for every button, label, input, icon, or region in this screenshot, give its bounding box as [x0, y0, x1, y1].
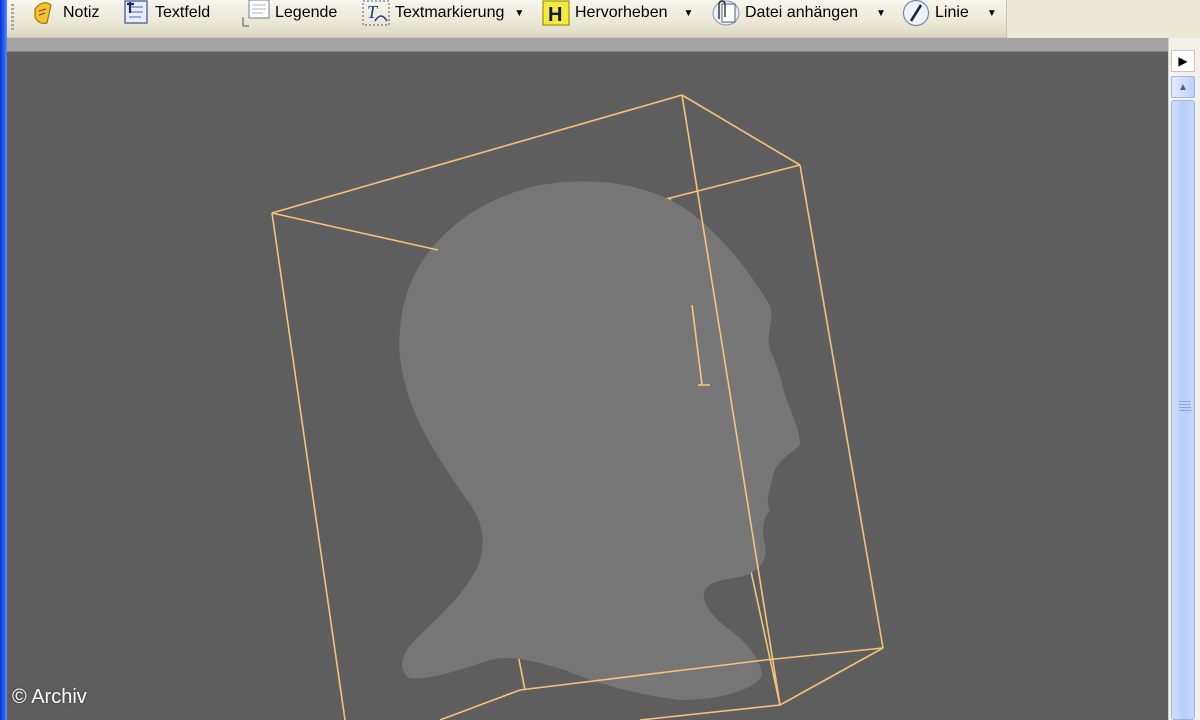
head-silhouette — [399, 181, 800, 700]
textbox-button[interactable]: Textfeld — [121, 0, 210, 26]
note-button[interactable]: Notiz — [29, 0, 99, 26]
callout-icon — [241, 0, 271, 27]
chevron-down-icon[interactable]: ▼ — [514, 8, 524, 19]
attach-file-button[interactable]: Datei anhängen ▼ — [711, 0, 886, 26]
callout-label: Legende — [275, 4, 338, 21]
highlight-button[interactable]: H Hervorheben ▼ — [541, 0, 693, 26]
pdf-viewer-window: Notiz Textfeld Legende T Textmarkierung — [0, 0, 1200, 720]
chevron-down-icon[interactable]: ▼ — [684, 8, 694, 19]
note-icon — [29, 0, 59, 27]
text-markup-button[interactable]: T Textmarkierung ▼ — [361, 0, 524, 26]
expand-panel-button[interactable]: ▶ — [1171, 50, 1195, 72]
line-label: Linie — [935, 4, 969, 21]
text-markup-label: Textmarkierung — [395, 4, 505, 21]
copyright-watermark: © Archiv — [12, 686, 87, 708]
textbox-label: Textfeld — [155, 4, 211, 21]
grip-icon — [1179, 401, 1191, 411]
svg-text:H: H — [548, 4, 562, 26]
window-frame-left — [0, 0, 7, 720]
textbox-icon — [121, 0, 151, 27]
chevron-up-icon: ▲ — [1178, 81, 1188, 93]
toolbar-band: Notiz Textfeld Legende T Textmarkierung — [7, 0, 1007, 38]
chevron-down-icon[interactable]: ▼ — [987, 8, 997, 19]
line-icon — [901, 0, 931, 27]
scroll-up-button[interactable]: ▲ — [1171, 76, 1195, 98]
scrollbar-thumb[interactable] — [1171, 100, 1195, 720]
3d-model-view — [271, 94, 884, 720]
callout-button[interactable]: Legende — [241, 0, 338, 27]
document-viewport[interactable] — [7, 53, 1168, 720]
highlight-icon: H — [541, 0, 571, 27]
comment-toolbar: Notiz Textfeld Legende T Textmarkierung — [7, 0, 1200, 38]
note-label: Notiz — [63, 4, 100, 21]
attach-file-icon — [711, 0, 741, 27]
toolbar-grip[interactable] — [11, 4, 14, 32]
text-markup-icon: T — [361, 0, 391, 27]
arrow-right-icon: ▶ — [1178, 54, 1188, 68]
highlight-label: Hervorheben — [575, 4, 668, 21]
attach-file-label: Datei anhängen — [745, 4, 858, 21]
chevron-down-icon[interactable]: ▼ — [876, 8, 886, 19]
line-button[interactable]: Linie ▼ — [901, 0, 997, 27]
vertical-scrollbar[interactable]: ▶ ▲ — [1168, 38, 1200, 720]
page-strip — [7, 38, 1168, 52]
